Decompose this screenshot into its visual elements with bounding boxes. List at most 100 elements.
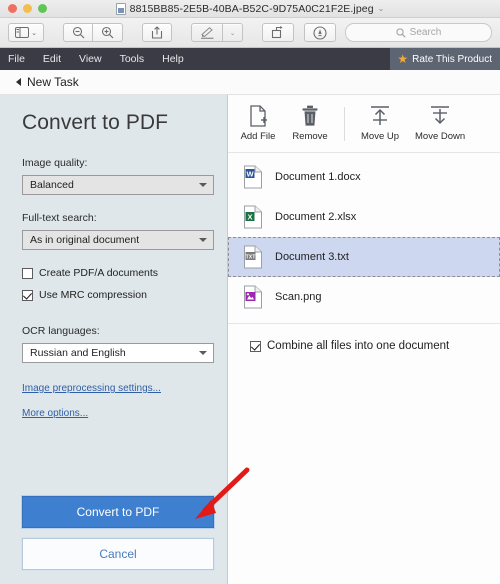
app-window: 8815BB85-2E5B-40BA-B52C-9D75A0C21F2E.jpe…: [0, 0, 500, 584]
combine-files-label: Combine all files into one document: [267, 340, 450, 352]
settings-links: Image preprocessing settings... More opt…: [22, 383, 213, 419]
breadcrumb[interactable]: New Task: [0, 70, 500, 95]
rotate-button[interactable]: [262, 23, 294, 42]
menu-item-help[interactable]: Help: [153, 48, 193, 70]
full-text-search-select[interactable]: As in original document: [22, 230, 214, 250]
move-down-label: Move Down: [415, 131, 466, 142]
window-title: 8815BB85-2E5B-40BA-B52C-9D75A0C21F2E.jpe…: [129, 2, 374, 15]
markup-options-button[interactable]: ⌄: [223, 23, 243, 42]
share-button[interactable]: [142, 23, 172, 42]
zoom-out-button[interactable]: [63, 23, 93, 42]
annotate-button[interactable]: [304, 23, 336, 42]
chevron-down-icon[interactable]: ⌄: [378, 4, 385, 13]
convert-to-pdf-button[interactable]: Convert to PDF: [22, 496, 214, 528]
svg-text:TXT: TXT: [246, 254, 257, 260]
share-icon: [151, 26, 163, 39]
markup-pen-icon: [200, 26, 215, 39]
menu-item-tools[interactable]: Tools: [111, 48, 154, 70]
sidebar-toggle-icon: [15, 27, 30, 38]
add-file-icon: [248, 105, 268, 127]
image-quality-select[interactable]: Balanced: [22, 175, 214, 195]
page-title: Convert to PDF: [22, 111, 169, 134]
image-quality-label: Image quality:: [22, 157, 88, 169]
chevron-down-icon: [199, 351, 207, 355]
create-pdfa-checkbox-row[interactable]: Create PDF/A documents: [22, 267, 213, 279]
move-up-label: Move Up: [361, 131, 400, 142]
move-down-button[interactable]: Move Down: [407, 101, 473, 146]
move-up-icon: [369, 105, 391, 127]
text-file-icon: TXT: [243, 245, 263, 269]
ocr-languages-select[interactable]: Russian and English: [22, 343, 214, 363]
file-name: Scan.png: [275, 291, 322, 303]
use-mrc-label: Use MRC compression: [39, 289, 147, 301]
create-pdfa-label: Create PDF/A documents: [39, 267, 159, 279]
full-text-search-value: As in original document: [30, 234, 140, 246]
search-field[interactable]: Search: [345, 23, 492, 42]
menu-item-view[interactable]: View: [70, 48, 111, 70]
file-list-item-4[interactable]: Scan.png: [228, 277, 500, 317]
action-buttons: Convert to PDF Cancel: [22, 496, 214, 570]
cancel-button[interactable]: Cancel: [22, 538, 214, 570]
back-arrow-icon[interactable]: [16, 78, 21, 86]
search-placeholder: Search: [409, 27, 442, 38]
file-name: Document 1.docx: [275, 171, 361, 183]
image-preprocessing-settings-link[interactable]: Image preprocessing settings...: [22, 383, 213, 394]
maximize-window-button[interactable]: [38, 4, 47, 13]
svg-text:W: W: [246, 169, 254, 178]
window-controls: [0, 4, 47, 13]
chevron-down-icon: [199, 238, 207, 242]
menu-item-file[interactable]: File: [0, 48, 34, 70]
create-pdfa-checkbox[interactable]: [22, 267, 33, 279]
use-mrc-checkbox[interactable]: [22, 289, 33, 301]
ocr-languages-value: Russian and English: [30, 347, 126, 359]
settings-pane: Convert to PDF Image quality: Balanced F…: [0, 95, 228, 584]
sidebar-toggle-button[interactable]: ⌄: [8, 23, 44, 42]
zoom-out-icon: [72, 26, 85, 39]
rotate-icon: [271, 26, 285, 39]
app-menubar: File Edit View Tools Help ★ Rate This Pr…: [0, 48, 500, 70]
chevron-down-icon: ⌄: [229, 29, 236, 37]
remove-file-button[interactable]: Remove: [284, 101, 336, 146]
markup-button[interactable]: [191, 23, 223, 42]
file-name: Document 2.xlsx: [275, 211, 357, 223]
window-title-group: 8815BB85-2E5B-40BA-B52C-9D75A0C21F2E.jpe…: [0, 2, 500, 15]
file-toolbar: Add File Remove Move Up Move Down: [228, 95, 500, 153]
os-toolbar: ⌄ ⌄ Search: [0, 18, 500, 48]
move-up-button[interactable]: Move Up: [353, 101, 407, 146]
menu-item-edit[interactable]: Edit: [34, 48, 70, 70]
image-file-icon: [243, 285, 263, 309]
more-options-link[interactable]: More options...: [22, 408, 213, 419]
rate-this-product-label: Rate This Product: [412, 53, 492, 65]
image-quality-value: Balanced: [30, 179, 74, 191]
rate-this-product-button[interactable]: ★ Rate This Product: [390, 48, 500, 70]
zoom-in-icon: [101, 26, 114, 39]
zoom-button-group: [63, 23, 123, 42]
file-list-item-3[interactable]: TXT Document 3.txt: [228, 237, 500, 277]
use-mrc-checkbox-row[interactable]: Use MRC compression: [22, 289, 213, 301]
file-list-item-2[interactable]: X Document 2.xlsx: [228, 197, 500, 237]
star-icon: ★: [397, 52, 409, 66]
combine-files-row[interactable]: Combine all files into one document: [228, 323, 500, 352]
minimize-window-button[interactable]: [23, 4, 32, 13]
file-list-item-1[interactable]: W Document 1.docx: [228, 157, 500, 197]
add-file-label: Add File: [240, 131, 276, 142]
annotate-icon: [313, 25, 327, 40]
search-icon: [396, 27, 406, 38]
document-file-icon: [115, 2, 126, 15]
markup-button-group: ⌄: [191, 23, 243, 42]
file-name: Document 3.txt: [275, 251, 349, 263]
excel-file-icon: X: [243, 205, 263, 229]
zoom-in-button[interactable]: [93, 23, 123, 42]
close-window-button[interactable]: [8, 4, 17, 13]
remove-file-label: Remove: [292, 131, 328, 142]
file-pane: Add File Remove Move Up Move Down W Docu…: [228, 95, 500, 584]
breadcrumb-label: New Task: [27, 75, 79, 89]
chevron-down-icon: ⌄: [31, 29, 37, 37]
combine-files-checkbox[interactable]: [250, 340, 261, 352]
trash-icon: [301, 105, 319, 127]
add-file-button[interactable]: Add File: [232, 101, 284, 146]
chevron-down-icon: [199, 183, 207, 187]
file-list: W Document 1.docx X Document 2.xlsx TXT …: [228, 153, 500, 317]
full-text-search-label: Full-text search:: [22, 212, 97, 224]
svg-text:X: X: [247, 212, 252, 221]
